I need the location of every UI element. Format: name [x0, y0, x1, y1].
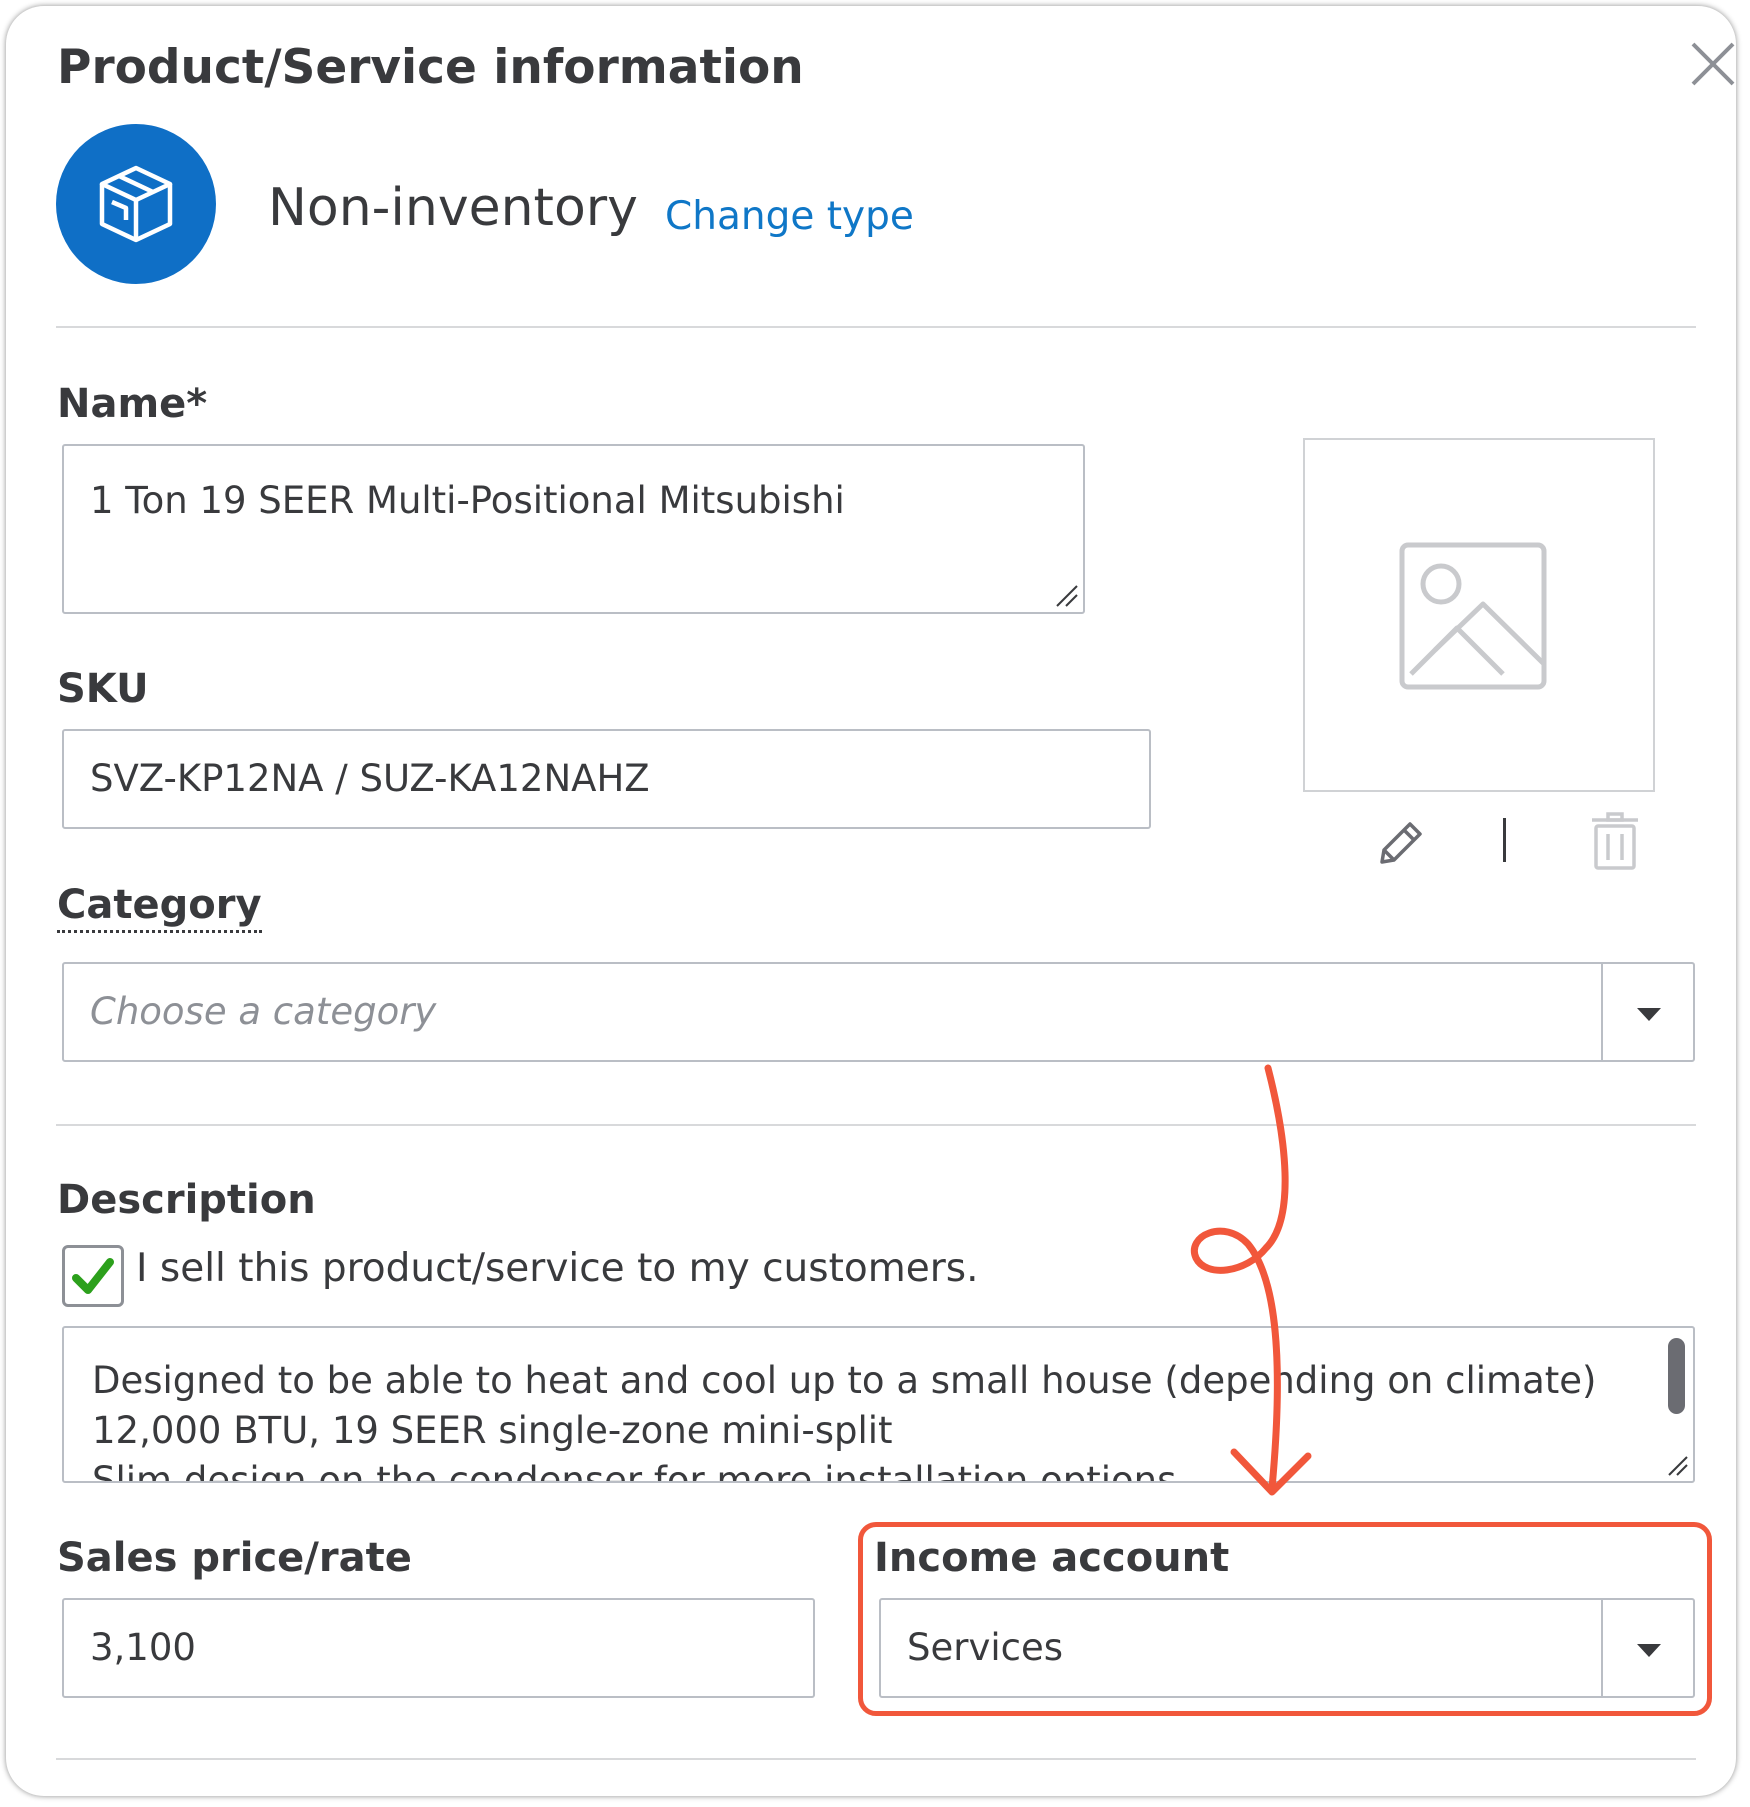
name-field[interactable]: 1 Ton 19 SEER Multi-Positional Mitsubish…: [62, 444, 1085, 614]
icon-separator: [1503, 818, 1506, 862]
chevron-down-icon: [1637, 1008, 1661, 1021]
category-dropdown-button[interactable]: [1601, 964, 1693, 1060]
sku-label: SKU: [57, 666, 149, 712]
resize-grip-icon[interactable]: [1053, 582, 1079, 608]
category-select[interactable]: Choose a category: [62, 962, 1695, 1062]
name-label: Name*: [57, 381, 208, 427]
dialog-title: Product/Service information: [57, 40, 804, 95]
description-line: Slim design on the condenser for more in…: [92, 1459, 1177, 1483]
product-image-upload[interactable]: [1303, 438, 1655, 792]
close-icon: [1691, 42, 1735, 86]
sales-price-label: Sales price/rate: [57, 1535, 412, 1581]
close-button[interactable]: [1687, 38, 1736, 90]
change-type-link[interactable]: Change type: [665, 194, 914, 239]
sku-field[interactable]: SVZ-KP12NA / SUZ-KA12NAHZ: [62, 729, 1151, 829]
description-label: Description: [57, 1177, 316, 1223]
divider: [56, 1124, 1696, 1126]
category-placeholder: Choose a category: [90, 990, 437, 1033]
pencil-icon[interactable]: [1374, 818, 1426, 870]
box-icon: [99, 165, 173, 243]
item-type-label: Non-inventory: [268, 178, 638, 238]
sales-price-field[interactable]: 3,100: [62, 1598, 815, 1698]
product-service-dialog: Product/Service information Non-inventor…: [6, 6, 1736, 1796]
item-type-badge: [56, 124, 216, 284]
description-text: Designed to be able to heat and cool up …: [92, 1356, 1597, 1483]
description-textarea[interactable]: Designed to be able to heat and cool up …: [62, 1326, 1695, 1483]
image-placeholder-icon: [1399, 542, 1547, 690]
description-line: 12,000 BTU, 19 SEER single-zone mini-spl…: [92, 1409, 893, 1452]
sell-checkbox-label: I sell this product/service to my custom…: [136, 1246, 979, 1291]
resize-grip-icon[interactable]: [1665, 1453, 1689, 1477]
category-label: Category: [57, 882, 262, 933]
annotation-highlight: [858, 1522, 1712, 1716]
annotation-arrow: [1190, 1064, 1312, 1496]
name-value: 1 Ton 19 SEER Multi-Positional Mitsubish…: [90, 479, 845, 522]
trash-icon[interactable]: [1590, 812, 1640, 870]
checkmark-icon: [72, 1258, 114, 1294]
description-scrollbar[interactable]: [1668, 1338, 1685, 1414]
description-line: Designed to be able to heat and cool up …: [92, 1359, 1597, 1402]
sales-price-value: 3,100: [90, 1626, 196, 1669]
divider: [56, 326, 1696, 328]
sku-value: SVZ-KP12NA / SUZ-KA12NAHZ: [90, 757, 650, 800]
sell-checkbox[interactable]: [62, 1245, 124, 1307]
divider: [56, 1758, 1696, 1760]
